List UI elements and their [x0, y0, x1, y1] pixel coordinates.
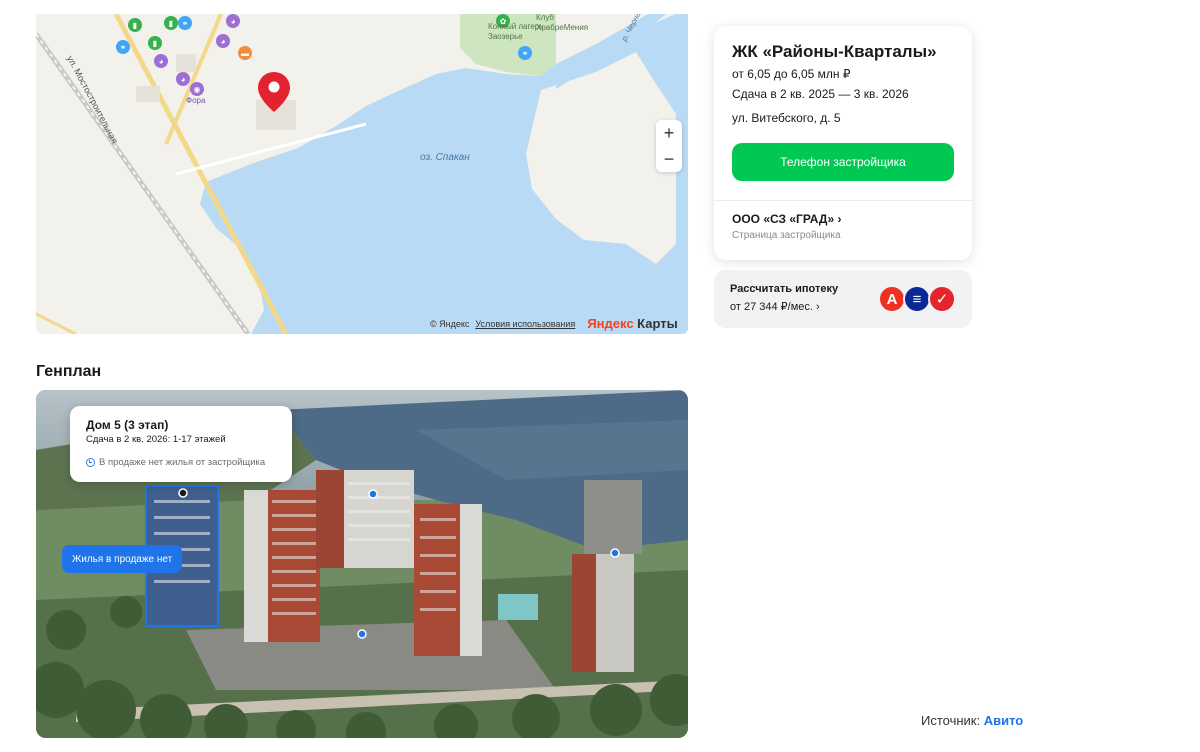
pet-store-icon[interactable]: ◕	[154, 54, 168, 68]
pet-store-icon[interactable]: ◕	[226, 14, 240, 28]
yandex-maps-logo[interactable]: Яндекс Карты	[587, 316, 677, 331]
pharmacy-icon[interactable]: ⚭	[116, 40, 130, 54]
complex-info-card: ЖК «Районы-Кварталы» от 6,05 до 6,05 млн…	[714, 26, 972, 260]
maps-logo-part: Карты	[633, 316, 678, 331]
source-link[interactable]: Авито	[984, 713, 1024, 728]
sovcombank-icon: ✓	[928, 285, 956, 313]
map-copyright: © Яндекс	[430, 318, 470, 329]
shop-icon[interactable]: ▮	[164, 16, 178, 30]
building-deadline: Сдача в 2 кв. 2026: 1-17 этажей	[86, 434, 226, 445]
source-attribution: Источник: Авито	[921, 713, 1023, 728]
map[interactable]: ▮ ▮ ▮ ⚭ ⚭ ◕ ◕ ◕ ◕ ▬ ◉ ✿ ⚭ Фора ул. Мосто…	[36, 14, 688, 334]
map-canvas	[36, 14, 688, 334]
map-footer: © Яндекс Условия использования Яндекс Ка…	[430, 316, 678, 331]
pharmacy-icon[interactable]: ⚭	[518, 46, 532, 60]
vtb-bank-icon: ≡	[903, 285, 931, 313]
alfa-bank-icon: А	[878, 285, 906, 313]
supermarket-icon[interactable]: ◉	[190, 82, 204, 96]
zoom-in-button[interactable]: +	[656, 120, 682, 146]
camp-label-line-2: Заозерье	[488, 32, 523, 41]
divider	[714, 200, 972, 201]
building-title: Дом 5 (3 этап)	[86, 418, 169, 432]
fora-label: Фора	[186, 96, 206, 105]
mortgage-title: Рассчитать ипотеку	[730, 283, 839, 295]
club-label: Клуб ХрабреМения	[536, 14, 588, 33]
developer-page-label: Страница застройщика	[732, 230, 841, 241]
building-sale-status: В продаже нет жилья от застройщика	[86, 457, 265, 468]
mortgage-monthly-payment: от 27 344 ₽/мес. ›	[730, 301, 820, 313]
delivery-deadline: Сдача в 2 кв. 2025 — 3 кв. 2026	[732, 87, 909, 101]
shop-icon[interactable]: ▮	[128, 18, 142, 32]
location-pin-icon[interactable]	[258, 72, 290, 117]
shop-icon[interactable]: ▮	[148, 36, 162, 50]
sale-status-text: В продаже нет жилья от застройщика	[99, 457, 266, 468]
no-apartments-badge[interactable]: Жилья в продаже нет	[62, 545, 183, 573]
genplan-aerial-photo[interactable]: Дом 5 (3 этап) Сдача в 2 кв. 2026: 1-17 …	[36, 390, 688, 738]
club-label-line-2: ХрабреМения	[536, 23, 589, 32]
developer-link[interactable]: ООО «СЗ «ГРАД» ›	[732, 212, 841, 226]
cafe-icon[interactable]: ▬	[238, 46, 252, 60]
yandex-logo-part: Яндекс	[587, 316, 634, 331]
club-label-line-1: Клуб	[536, 14, 554, 22]
pet-store-icon[interactable]: ◕	[176, 72, 190, 86]
developer-phone-button[interactable]: Телефон застройщика	[732, 143, 954, 181]
mortgage-calculator-button[interactable]: Рассчитать ипотеку от 27 344 ₽/мес. › А …	[714, 270, 972, 328]
pharmacy-icon[interactable]: ⚭	[178, 16, 192, 30]
address: ул. Витебского, д. 5	[732, 111, 841, 125]
building-tooltip: Дом 5 (3 этап) Сдача в 2 кв. 2026: 1-17 …	[70, 406, 292, 482]
genplan-title: Генплан	[36, 363, 102, 380]
map-terms-link[interactable]: Условия использования	[475, 319, 575, 329]
price-range: от 6,05 до 6,05 млн ₽	[732, 67, 851, 81]
complex-title: ЖК «Районы-Кварталы»	[732, 42, 937, 61]
clock-icon	[86, 458, 95, 467]
zoom-out-button[interactable]: −	[656, 146, 682, 172]
zoom-control: + −	[656, 120, 682, 172]
source-label: Источник:	[921, 713, 984, 728]
lake-label: оз. Спакан	[420, 152, 470, 163]
pet-store-icon[interactable]: ◕	[216, 34, 230, 48]
